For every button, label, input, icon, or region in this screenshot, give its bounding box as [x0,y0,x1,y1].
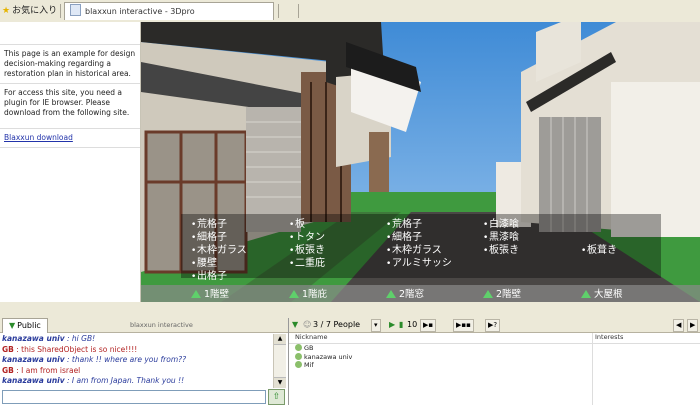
divider [592,333,593,405]
triangle-up-icon [191,290,201,298]
tool-button[interactable]: ▶? [485,319,501,332]
people-filter-button[interactable]: ▾ [371,319,381,332]
people-list: GB kanazawa univ Mif [295,344,352,370]
avatar-icon [295,361,302,368]
nickname-header: Nickname [295,333,328,341]
chat-message: kanazawa univ : hi GB! [2,334,96,343]
info-panel: This page is an example for design decis… [0,22,141,302]
next-button[interactable]: ▶ [687,319,699,332]
people-panel: ▼ ☺ 3 / 7 People ▾ ▶ ▮ 10 ▶▪ ▶▪▪ ▶? ◀ ▶ … [289,318,700,405]
option-item[interactable]: •板張き [483,241,519,256]
chat-message: GB : I am from israel [2,365,81,375]
3d-viewport[interactable]: •荒格子 •細格子 •木枠ガラス •腰壁 •出格子 •板 •トタン •板張き •… [141,22,700,302]
chat-message: kanazawa univ : thank !! where are you f… [2,355,187,364]
chat-panel: ▼ Public blaxxun interactive kanazawa uni… [0,318,289,405]
chat-header: ▼ Public blaxxun interactive [0,318,288,333]
browser-tab-bar: ★ お気に入り blaxxun interactive - 3Dpro [0,0,700,23]
option-item[interactable]: •アルミサッシ [386,254,452,269]
people-icon: ☺ [303,320,312,329]
divider [0,147,140,148]
brand-label: blaxxun interactive [130,321,193,329]
list-icon: ▮ [399,320,404,329]
scroll-up-icon[interactable]: ▲ [274,334,286,345]
tool-button[interactable]: ▶▪▪ [453,319,474,332]
triangle-up-icon [581,290,591,298]
tool-button[interactable]: ▶▪ [420,319,437,332]
triangle-up-icon [289,290,299,298]
interests-header: Interests [595,333,624,341]
option-item[interactable]: •出格子 [191,267,227,282]
plugin-note: For access this site, you need a plugin … [4,88,130,117]
num-label: 10 [407,320,418,329]
avatar-icon [295,352,302,360]
divider [60,4,61,18]
category-button[interactable]: 1階庇 [289,286,327,300]
chat-message: kanazawa univ : I am from Japan. Thank y… [2,376,185,385]
chat-log: kanazawa univ : hi GB! GB : this SharedO… [2,334,272,388]
favorites-button[interactable]: ★ お気に入り [2,3,57,19]
chat-scrollbar[interactable]: ▲ ▼ [273,334,286,388]
people-toolbar: ▼ ☺ 3 / 7 People ▾ ▶ ▮ 10 ▶▪ ▶▪▪ ▶? ◀ ▶ [289,318,700,333]
list-item[interactable]: kanazawa univ [295,352,352,362]
option-item[interactable]: •二重庇 [289,254,325,269]
people-count: 3 / 7 People [313,320,361,329]
tab-title: blaxxun interactive - 3Dpro [85,7,195,16]
triangle-up-icon [386,290,396,298]
divider [278,4,279,18]
list-item[interactable]: Mif [295,361,352,370]
avatar-icon [295,344,302,351]
send-icon: ⇧ [272,392,281,402]
people-columns: Nickname Interests [289,333,700,344]
category-button[interactable]: 2階壁 [483,286,521,300]
divider [0,44,140,45]
tab-public[interactable]: ▼ Public [2,318,48,333]
divider [0,83,140,84]
divider [298,4,299,18]
download-link[interactable]: Blaxxun download [4,133,73,142]
triangle-down-icon: ▼ [9,321,16,330]
send-button[interactable]: ⇧ [268,389,285,405]
favorites-label: お気に入り [12,6,58,16]
chat-message: GB : this SharedObject is so nice!!!! [2,344,138,354]
category-button[interactable]: 1階壁 [191,286,229,300]
list-item[interactable]: GB [295,344,352,353]
option-item[interactable]: •板葺き [581,241,617,256]
triangle-right-icon[interactable]: ▶ [389,318,395,332]
star-icon: ★ [2,6,11,16]
page-icon [70,4,81,16]
chat-input[interactable] [2,390,266,404]
scroll-down-icon[interactable]: ▼ [274,377,286,388]
divider [0,128,140,129]
category-button[interactable]: 2階窓 [386,286,424,300]
intro-text: This page is an example for design decis… [4,49,136,78]
prev-button[interactable]: ◀ [673,319,685,332]
download-link-wrap: Blaxxun download [0,133,140,143]
category-button[interactable]: 大屋根 [581,286,623,300]
triangle-up-icon [483,290,493,298]
browser-tab[interactable]: blaxxun interactive - 3Dpro [64,2,274,20]
triangle-down-icon[interactable]: ▼ [292,318,298,332]
